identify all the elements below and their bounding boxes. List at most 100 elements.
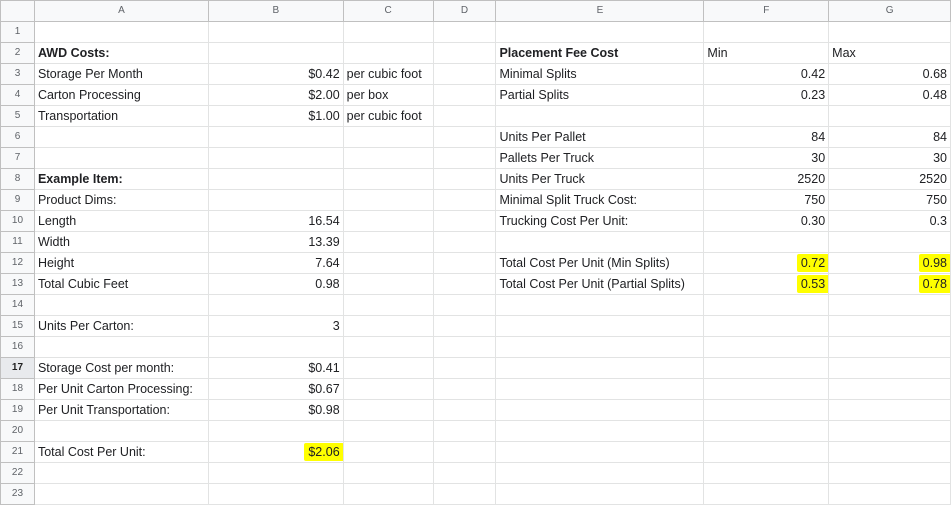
cell-carton-value[interactable]: $2.00 [207,84,344,106]
cell[interactable] [432,483,497,505]
cell[interactable] [828,336,951,358]
cell[interactable] [432,357,497,379]
cell[interactable] [828,441,951,463]
cell[interactable] [342,336,434,358]
row-header-2[interactable]: 2 [0,42,35,64]
cell-trucking-unit-min[interactable]: 0.30 [703,210,830,232]
column-header-c[interactable]: C [342,0,434,22]
cell-partial-splits-min[interactable]: 0.23 [703,84,830,106]
row-header-19[interactable]: 19 [0,399,35,421]
cell-storage-label[interactable]: Storage Per Month [33,63,209,85]
cell[interactable] [33,336,209,358]
cell-transport-cost-value[interactable]: $0.98 [207,399,344,421]
cell-width-value[interactable]: 13.39 [207,231,344,253]
cell[interactable] [703,105,830,127]
cell-upp-min[interactable]: 84 [703,126,830,148]
cell[interactable] [342,399,434,421]
cell[interactable] [207,168,344,190]
cell-height-value[interactable]: 7.64 [207,252,344,274]
cell-total-value[interactable]: $2.06 [207,441,344,463]
cell-total-label[interactable]: Total Cost Per Unit: [33,441,209,463]
cell[interactable] [33,21,209,43]
cell-total-partial-label[interactable]: Total Cost Per Unit (Partial Splits) [495,273,705,295]
cell[interactable] [432,189,497,211]
cell[interactable] [432,84,497,106]
cell[interactable] [207,147,344,169]
cell[interactable] [432,420,497,442]
cell-transport-cost-label[interactable]: Per Unit Transportation: [33,399,209,421]
row-header-17[interactable]: 17 [0,357,35,379]
cell[interactable] [342,252,434,274]
cell[interactable] [703,231,830,253]
cell-placement-title[interactable]: Placement Fee Cost [495,42,705,64]
cell[interactable] [33,483,209,505]
column-header-b[interactable]: B [207,0,344,22]
cell[interactable] [828,105,951,127]
cell[interactable] [703,441,830,463]
column-header-e[interactable]: E [495,0,705,22]
cell-dims-label[interactable]: Product Dims: [33,189,209,211]
cell[interactable] [703,462,830,484]
cell[interactable] [207,483,344,505]
cell[interactable] [432,294,497,316]
cell-example-item-title[interactable]: Example Item: [33,168,209,190]
cell[interactable] [703,21,830,43]
cell-cubic-label[interactable]: Total Cubic Feet [33,273,209,295]
cell[interactable] [828,420,951,442]
cell[interactable] [432,231,497,253]
row-header-11[interactable]: 11 [0,231,35,253]
cell[interactable] [432,336,497,358]
cell-carton-unit[interactable]: per box [342,84,434,106]
cell-partial-splits-label[interactable]: Partial Splits [495,84,705,106]
column-header-d[interactable]: D [432,0,497,22]
row-header-18[interactable]: 18 [0,378,35,400]
cell-ppt-min[interactable]: 30 [703,147,830,169]
cell[interactable] [33,294,209,316]
cell-width-label[interactable]: Width [33,231,209,253]
cell[interactable] [342,189,434,211]
cell[interactable] [342,42,434,64]
cell-upt-label[interactable]: Units Per Truck [495,168,705,190]
row-header-3[interactable]: 3 [0,63,35,85]
cell[interactable] [207,21,344,43]
cell[interactable] [432,42,497,64]
cell[interactable] [495,21,705,43]
cell[interactable] [432,462,497,484]
row-header-9[interactable]: 9 [0,189,35,211]
cell-truck-cost-min[interactable]: 750 [703,189,830,211]
cell[interactable] [703,420,830,442]
cell[interactable] [207,336,344,358]
cell[interactable] [495,462,705,484]
cell[interactable] [33,126,209,148]
cell-ppt-label[interactable]: Pallets Per Truck [495,147,705,169]
cell[interactable] [342,126,434,148]
cell[interactable] [207,294,344,316]
row-header-4[interactable]: 4 [0,84,35,106]
cell[interactable] [342,21,434,43]
cell-min-header[interactable]: Min [703,42,830,64]
cell[interactable] [342,315,434,337]
cell[interactable] [828,231,951,253]
cell[interactable] [342,357,434,379]
cell[interactable] [342,420,434,442]
cell[interactable] [495,420,705,442]
cell[interactable] [342,483,434,505]
cell-truck-cost-label[interactable]: Minimal Split Truck Cost: [495,189,705,211]
cell[interactable] [495,357,705,379]
cell[interactable] [495,441,705,463]
cell[interactable] [828,462,951,484]
cell[interactable] [432,378,497,400]
cell-total-min-min[interactable]: 0.72 [703,252,830,274]
row-header-6[interactable]: 6 [0,126,35,148]
column-header-a[interactable]: A [33,0,209,22]
cell[interactable] [828,357,951,379]
row-header-7[interactable]: 7 [0,147,35,169]
cell-truck-cost-max[interactable]: 750 [828,189,951,211]
cell-minimal-splits-label[interactable]: Minimal Splits [495,63,705,85]
cell-carton-cost-label[interactable]: Per Unit Carton Processing: [33,378,209,400]
cell-transport-value[interactable]: $1.00 [207,105,344,127]
cell-upt-min[interactable]: 2520 [703,168,830,190]
cell-units-label[interactable]: Units Per Carton: [33,315,209,337]
cell[interactable] [703,315,830,337]
cell[interactable] [495,399,705,421]
